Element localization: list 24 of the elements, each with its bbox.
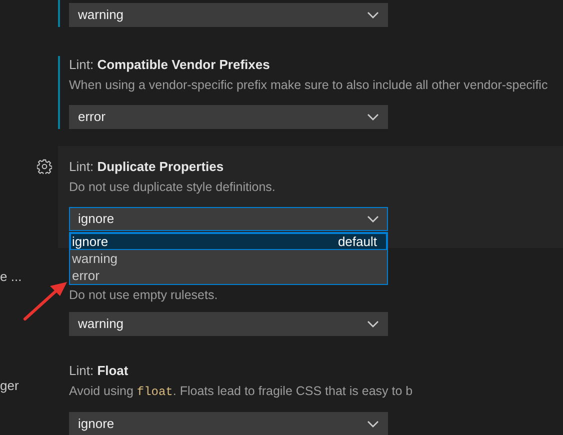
dropdown-option[interactable]: warning xyxy=(70,250,387,267)
chevron-down-icon xyxy=(367,11,379,19)
setting-title: Lint: Float xyxy=(69,362,130,380)
select-dropdown[interactable]: ignore xyxy=(69,412,388,435)
setting-title: Lint: Duplicate Properties xyxy=(69,158,225,176)
default-label: default xyxy=(338,232,378,251)
settings-icon[interactable] xyxy=(36,159,52,174)
setting-description: Avoid using float. Floats lead to fragile CSS that is easy to b xyxy=(69,383,414,401)
setting-description: Do not use empty rulesets. xyxy=(69,287,219,304)
select-dropdown[interactable]: warning xyxy=(69,3,388,27)
select-dropdown[interactable]: ignore xyxy=(69,207,388,231)
chevron-down-icon xyxy=(367,215,379,223)
setting-description: Do not use duplicate style definitions. xyxy=(69,179,276,196)
select-dropdown[interactable]: warning xyxy=(69,312,388,336)
sidebar-item[interactable]: e ... xyxy=(0,268,22,286)
setting-title: Lint: Compatible Vendor Prefixes xyxy=(69,56,271,74)
sidebar-item[interactable]: ger xyxy=(0,377,19,395)
chevron-down-icon xyxy=(367,320,379,328)
setting-description: When using a vendor-specific prefix make sure to also include all other vendor-specific xyxy=(69,77,549,94)
dropdown-option[interactable]: error xyxy=(70,267,387,284)
dropdown-option[interactable]: ignore default xyxy=(70,233,387,250)
chevron-down-icon xyxy=(367,113,379,121)
chevron-down-icon xyxy=(367,420,379,428)
select-dropdown[interactable]: error xyxy=(69,105,388,129)
